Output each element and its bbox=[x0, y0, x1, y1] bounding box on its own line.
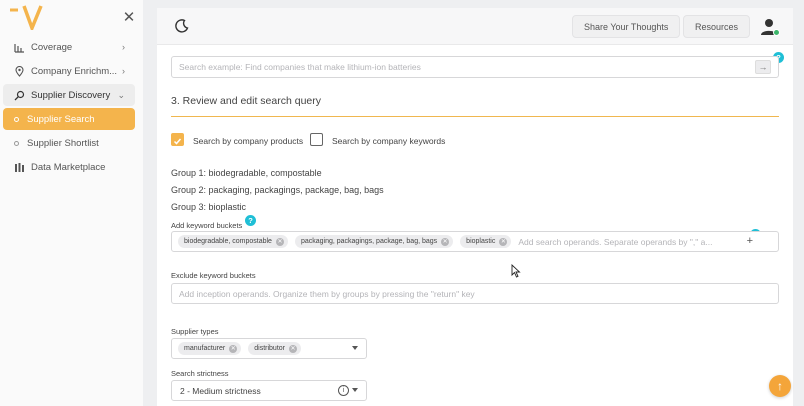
search-input[interactable]: Search example: Find companies that make… bbox=[171, 56, 779, 78]
online-status-indicator bbox=[773, 29, 780, 36]
resources-button[interactable]: Resources bbox=[683, 15, 751, 38]
keyword-buckets-input[interactable]: biodegradable, compostable ✕ packaging, … bbox=[171, 231, 779, 252]
sidebar-item-label: Supplier Shortlist bbox=[27, 137, 99, 149]
bullet-icon bbox=[14, 116, 19, 122]
sidebar-item-label: Coverage bbox=[31, 41, 73, 53]
remove-tag-icon[interactable]: ✕ bbox=[441, 237, 450, 246]
sidebar-item-label: Supplier Search bbox=[27, 113, 95, 125]
sidebar-item-supplier-search[interactable]: Supplier Search bbox=[3, 108, 135, 130]
remove-tag-icon[interactable]: ✕ bbox=[229, 344, 238, 353]
supplier-type-label: manufacturer bbox=[184, 345, 226, 352]
supplier-types-select[interactable]: manufacturer ✕ distributor ✕ bbox=[171, 338, 367, 359]
scroll-to-top-button[interactable]: ↑ bbox=[769, 375, 791, 397]
exclude-placeholder: Add inception operands. Organize them by… bbox=[179, 288, 475, 299]
logo bbox=[10, 5, 43, 30]
keyword-placeholder: Add search operands. Separate operands b… bbox=[518, 236, 713, 247]
sidebar-item-company-enrichment[interactable]: Company Enrichm... › bbox=[3, 60, 135, 82]
keyword-tag: biodegradable, compostable ✕ bbox=[178, 235, 288, 248]
sidebar-item-data-marketplace[interactable]: Data Marketplace bbox=[3, 156, 135, 178]
search-placeholder: Search example: Find companies that make… bbox=[179, 62, 421, 72]
group-line-1: Group 1: biodegradable, compostable bbox=[171, 168, 322, 178]
dark-mode-toggle-icon[interactable] bbox=[174, 18, 190, 34]
dropdown-arrow-icon bbox=[352, 346, 358, 350]
remove-tag-icon[interactable]: ✕ bbox=[275, 237, 284, 246]
sidebar-item-supplier-shortlist[interactable]: Supplier Shortlist bbox=[3, 132, 135, 154]
sidebar-item-supplier-discovery[interactable]: Supplier Discovery ⌄ bbox=[3, 84, 135, 106]
keyword-tag-label: bioplastic bbox=[466, 238, 496, 245]
supplier-type-tag: distributor ✕ bbox=[248, 342, 301, 355]
group-line-3: Group 3: bioplastic bbox=[171, 202, 247, 212]
add-keyword-buckets-label: Add keyword buckets bbox=[171, 221, 243, 230]
dropdown-arrow-icon bbox=[352, 388, 358, 392]
share-your-thoughts-button[interactable]: Share Your Thoughts bbox=[572, 15, 681, 38]
search-by-keywords-label[interactable]: Search by company keywords bbox=[332, 136, 445, 146]
sidebar-item-label: Company Enrichm... bbox=[31, 65, 118, 77]
chevron-right-icon: › bbox=[122, 66, 125, 76]
exclude-keyword-buckets-label: Exclude keyword buckets bbox=[171, 271, 256, 280]
remove-tag-icon[interactable]: ✕ bbox=[288, 344, 297, 353]
remove-tag-icon[interactable]: ✕ bbox=[499, 237, 508, 246]
close-sidebar-button[interactable]: ✕ bbox=[121, 10, 137, 26]
main-panel: Share Your Thoughts Resources ? Search e… bbox=[157, 8, 793, 406]
search-by-keywords-checkbox[interactable] bbox=[310, 133, 323, 146]
section-title: 3. Review and edit search query bbox=[171, 95, 321, 107]
mouse-cursor-icon bbox=[511, 264, 521, 278]
search-by-products-checkbox[interactable] bbox=[171, 133, 184, 146]
sidebar-item-label: Supplier Discovery bbox=[31, 89, 111, 101]
sidebar: ✕ Coverage › Company Enrichm... › Suppli… bbox=[0, 0, 143, 406]
location-pin-icon bbox=[13, 65, 25, 77]
columns-icon bbox=[13, 161, 25, 173]
section-divider bbox=[171, 116, 779, 117]
exclude-keyword-input[interactable]: Add inception operands. Organize them by… bbox=[171, 283, 779, 304]
info-icon[interactable]: i bbox=[338, 385, 349, 396]
supplier-type-tag: manufacturer ✕ bbox=[178, 342, 242, 355]
supplier-types-label: Supplier types bbox=[171, 327, 219, 336]
chevron-down-icon: ⌄ bbox=[117, 89, 125, 100]
group-line-2: Group 2: packaging, packagings, package,… bbox=[171, 185, 384, 195]
search-strictness-select[interactable]: 2 - Medium strictness i bbox=[171, 380, 367, 401]
keyword-buckets-help-icon[interactable]: ? bbox=[245, 215, 256, 226]
strictness-value: 2 - Medium strictness bbox=[180, 385, 261, 396]
top-bar: Share Your Thoughts Resources bbox=[157, 8, 793, 45]
bar-chart-icon bbox=[13, 41, 25, 53]
search-submit-button[interactable]: → bbox=[755, 60, 771, 74]
checkmark-icon bbox=[173, 138, 182, 145]
search-icon bbox=[13, 89, 25, 101]
search-by-products-label[interactable]: Search by company products bbox=[193, 136, 303, 146]
sidebar-item-label: Data Marketplace bbox=[31, 161, 106, 173]
keyword-tag: packaging, packagings, package, bag, bag… bbox=[294, 235, 454, 248]
keyword-tag-label: biodegradable, compostable bbox=[184, 238, 272, 245]
keyword-tag: bioplastic ✕ bbox=[460, 235, 512, 248]
sidebar-item-coverage[interactable]: Coverage › bbox=[3, 36, 135, 58]
bullet-icon bbox=[14, 140, 19, 146]
search-strictness-label: Search strictness bbox=[171, 369, 229, 378]
keyword-tag-label: packaging, packagings, package, bag, bag… bbox=[300, 238, 438, 245]
supplier-type-label: distributor bbox=[254, 345, 285, 352]
add-keyword-icon[interactable]: + bbox=[747, 235, 753, 247]
chevron-right-icon: › bbox=[122, 42, 125, 52]
